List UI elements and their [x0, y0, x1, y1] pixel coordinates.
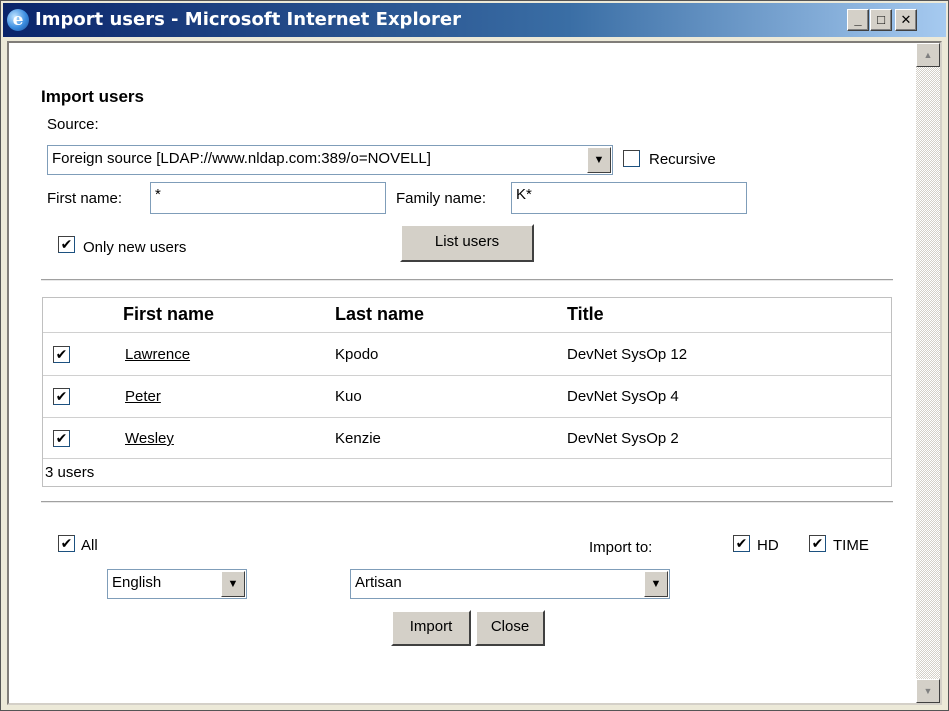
title-bar[interactable]: e Import users - Microsoft Internet Expl… — [3, 3, 946, 37]
page-content: ▲ ▼ Import users Source: Foreign source … — [7, 41, 942, 705]
hd-label: HD — [757, 537, 779, 554]
row-divider — [43, 417, 891, 418]
title-cell: DevNet SysOp 12 — [567, 346, 688, 363]
row-checkbox-peter[interactable]: ✔ — [53, 388, 70, 405]
header-divider — [43, 332, 891, 333]
import-to-label: Import to: — [589, 539, 653, 556]
user-link-lawrence[interactable]: Lawrence — [125, 346, 190, 363]
window-title: Import users - Microsoft Internet Explor… — [35, 9, 461, 30]
last-name-cell: Kpodo — [335, 346, 379, 363]
page-title: Import users — [41, 87, 144, 106]
role-select[interactable]: Artisan ▼ — [350, 569, 670, 599]
column-header-first-name: First name — [123, 304, 215, 324]
select-all-checkbox[interactable]: ✔ — [58, 535, 75, 552]
select-all-label: All — [81, 537, 98, 554]
minimize-button[interactable]: _ — [847, 9, 869, 31]
divider-bottom — [41, 501, 893, 503]
last-name-cell: Kenzie — [335, 430, 381, 447]
column-header-title: Title — [567, 304, 604, 324]
chevron-down-icon[interactable]: ▼ — [221, 571, 245, 597]
title-cell: DevNet SysOp 4 — [567, 388, 679, 405]
chevron-down-icon[interactable]: ▼ — [587, 147, 611, 173]
source-select[interactable]: Foreign source [LDAP://www.nldap.com:389… — [47, 145, 613, 175]
scroll-up-icon[interactable]: ▲ — [916, 43, 940, 67]
first-name-label: First name: — [47, 190, 123, 207]
only-new-users-checkbox[interactable]: ✔ — [58, 236, 75, 253]
user-count: 3 users — [45, 464, 95, 481]
import-button[interactable]: Import — [391, 610, 471, 646]
users-table: First name Last name Title ✔ Lawrence Kp… — [42, 297, 892, 487]
role-select-value: Artisan — [355, 574, 402, 591]
time-checkbox[interactable]: ✔ — [809, 535, 826, 552]
hd-checkbox[interactable]: ✔ — [733, 535, 750, 552]
language-select-value: English — [112, 574, 162, 591]
vertical-scrollbar[interactable]: ▲ ▼ — [916, 43, 940, 703]
only-new-users-label: Only new users — [83, 239, 187, 256]
row-divider — [43, 458, 891, 459]
source-select-value: Foreign source [LDAP://www.nldap.com:389… — [52, 150, 431, 167]
scroll-down-icon[interactable]: ▼ — [916, 679, 940, 703]
title-cell: DevNet SysOp 2 — [567, 430, 679, 447]
chevron-down-icon[interactable]: ▼ — [644, 571, 668, 597]
column-header-last-name: Last name — [335, 304, 425, 324]
family-name-label: Family name: — [396, 190, 487, 207]
last-name-cell: Kuo — [335, 388, 362, 405]
browser-window: e Import users - Microsoft Internet Expl… — [0, 0, 949, 711]
language-select[interactable]: English ▼ — [107, 569, 247, 599]
internet-explorer-icon: e — [7, 9, 29, 31]
close-window-button[interactable]: ✕ — [895, 9, 917, 31]
close-button[interactable]: Close — [475, 610, 545, 646]
recursive-checkbox[interactable] — [623, 150, 640, 167]
list-users-button[interactable]: List users — [400, 224, 534, 262]
source-label: Source: — [47, 116, 99, 133]
first-name-field[interactable]: * — [150, 182, 386, 214]
family-name-field[interactable]: K* — [511, 182, 747, 214]
row-checkbox-wesley[interactable]: ✔ — [53, 430, 70, 447]
row-divider — [43, 375, 891, 376]
recursive-label: Recursive — [649, 151, 716, 168]
row-checkbox-lawrence[interactable]: ✔ — [53, 346, 70, 363]
divider-top — [41, 279, 893, 281]
user-link-peter[interactable]: Peter — [125, 388, 161, 405]
maximize-button[interactable]: □ — [870, 9, 892, 31]
user-link-wesley[interactable]: Wesley — [125, 430, 174, 447]
time-label: TIME — [833, 537, 869, 554]
